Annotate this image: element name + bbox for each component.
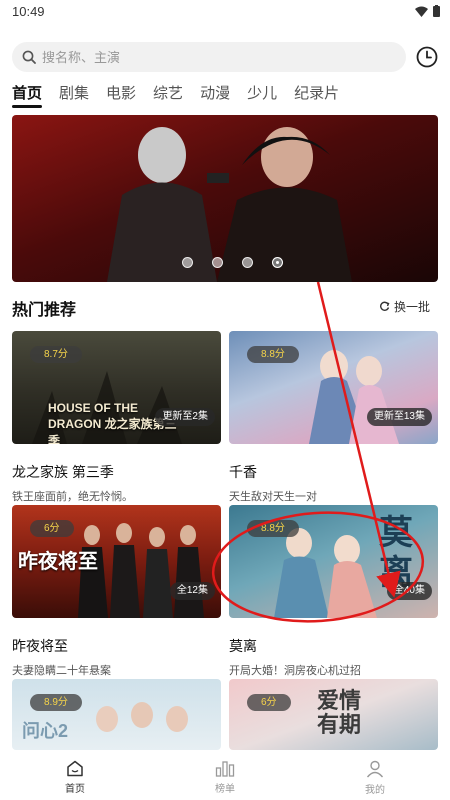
search-bar[interactable] bbox=[12, 42, 406, 72]
card-title[interactable]: 昨夜将至 bbox=[12, 636, 221, 656]
poster-image[interactable]: 8.7分 HOUSE OF THE DRAGON 龙之家族第三季 更新至2集 bbox=[12, 331, 221, 444]
card-title[interactable]: 莫离 bbox=[229, 636, 438, 656]
carousel-dot[interactable] bbox=[242, 257, 253, 268]
poster-title-text: 爱情有期 bbox=[317, 688, 362, 737]
carousel-indicator bbox=[182, 257, 283, 268]
rating-badge: 8.8分 bbox=[247, 520, 299, 537]
rating-badge: 6分 bbox=[247, 694, 291, 711]
bottom-nav: 首页 榜单 我的 bbox=[0, 750, 450, 800]
status-icons bbox=[415, 5, 440, 17]
rating-badge: 8.8分 bbox=[247, 346, 299, 363]
content-card[interactable]: 6分 昨夜将至 全12集 昨夜将至 夫妻隐瞒二十年悬案 bbox=[12, 505, 221, 678]
card-subtitle: 夫妻隐瞒二十年悬案 bbox=[12, 665, 111, 677]
card-subtitle: 铁王座面前，绝无怜悯。 bbox=[12, 491, 133, 503]
tab-kids[interactable]: 少儿 bbox=[247, 84, 277, 110]
status-time: 10:49 bbox=[12, 4, 45, 19]
episode-badge: 全40集 bbox=[386, 582, 432, 600]
search-input[interactable] bbox=[42, 49, 382, 65]
carousel-dot[interactable] bbox=[182, 257, 193, 268]
poster-image[interactable]: 8.8分 莫离 全40集 bbox=[229, 505, 438, 618]
rating-badge: 6分 bbox=[30, 520, 74, 537]
hero-banner[interactable] bbox=[12, 115, 438, 282]
tab-documentary[interactable]: 纪录片 bbox=[294, 84, 339, 110]
chart-icon bbox=[215, 761, 235, 777]
poster-image[interactable]: 8.9分 问心2 bbox=[12, 679, 221, 750]
episode-badge: 更新至2集 bbox=[155, 408, 215, 426]
content-card[interactable]: 8.9分 问心2 bbox=[12, 679, 221, 750]
episode-badge: 更新至13集 bbox=[366, 408, 432, 426]
user-icon bbox=[366, 760, 384, 778]
content-card[interactable]: 8.8分 莫离 全40集 莫离 开局大婚！洞房夜心机过招 bbox=[229, 505, 438, 678]
carousel-dot[interactable] bbox=[212, 257, 223, 268]
poster-title-text: 莫离 bbox=[379, 514, 413, 592]
section-header: 热门推荐 换一批 bbox=[12, 296, 438, 319]
tab-home[interactable]: 首页 bbox=[12, 84, 43, 110]
poster-title-text: 昨夜将至 bbox=[18, 551, 98, 573]
category-tabs: 首页 剧集 电影 综艺 动漫 少儿 纪录片 bbox=[12, 84, 356, 110]
content-card[interactable]: 8.8分 更新至13集 千香 天生敌对天生一对 bbox=[229, 331, 438, 504]
card-title[interactable]: 千香 bbox=[229, 462, 438, 482]
poster-image[interactable]: 8.8分 更新至13集 bbox=[229, 331, 438, 444]
nav-label: 榜单 bbox=[215, 784, 235, 795]
refresh-button[interactable]: 换一批 bbox=[379, 298, 430, 315]
nav-label: 首页 bbox=[65, 784, 85, 795]
nav-rankings[interactable]: 榜单 bbox=[150, 750, 300, 800]
nav-profile[interactable]: 我的 bbox=[300, 750, 450, 800]
poster-image[interactable]: 6分 爱情有期 bbox=[229, 679, 438, 750]
episode-badge: 全12集 bbox=[169, 582, 215, 600]
history-clock-icon[interactable] bbox=[416, 46, 438, 68]
tab-variety[interactable]: 综艺 bbox=[153, 84, 183, 110]
poster-title-text: 问心2 bbox=[22, 721, 69, 741]
nav-home[interactable]: 首页 bbox=[0, 750, 150, 800]
card-subtitle: 天生敌对天生一对 bbox=[229, 491, 317, 503]
refresh-icon bbox=[379, 301, 390, 311]
carousel-dot-active[interactable] bbox=[272, 257, 283, 268]
content-card[interactable]: 6分 爱情有期 bbox=[229, 679, 438, 750]
card-title[interactable]: 龙之家族 第三季 bbox=[12, 462, 221, 482]
section-title: 热门推荐 bbox=[12, 302, 77, 319]
wifi-icon bbox=[415, 6, 428, 17]
poster-image[interactable]: 6分 昨夜将至 全12集 bbox=[12, 505, 221, 618]
tab-anime[interactable]: 动漫 bbox=[200, 84, 230, 110]
tab-series[interactable]: 剧集 bbox=[59, 84, 89, 110]
card-subtitle: 开局大婚！洞房夜心机过招 bbox=[229, 665, 361, 677]
refresh-label: 换一批 bbox=[393, 300, 430, 314]
rating-badge: 8.9分 bbox=[30, 694, 82, 711]
search-icon bbox=[22, 50, 36, 64]
status-bar: 10:49 bbox=[0, 0, 450, 24]
content-card[interactable]: 8.7分 HOUSE OF THE DRAGON 龙之家族第三季 更新至2集 龙… bbox=[12, 331, 221, 504]
home-icon bbox=[67, 760, 83, 777]
nav-label: 我的 bbox=[365, 785, 385, 796]
battery-icon bbox=[433, 5, 440, 17]
tab-movies[interactable]: 电影 bbox=[106, 84, 136, 110]
rating-badge: 8.7分 bbox=[30, 346, 82, 363]
